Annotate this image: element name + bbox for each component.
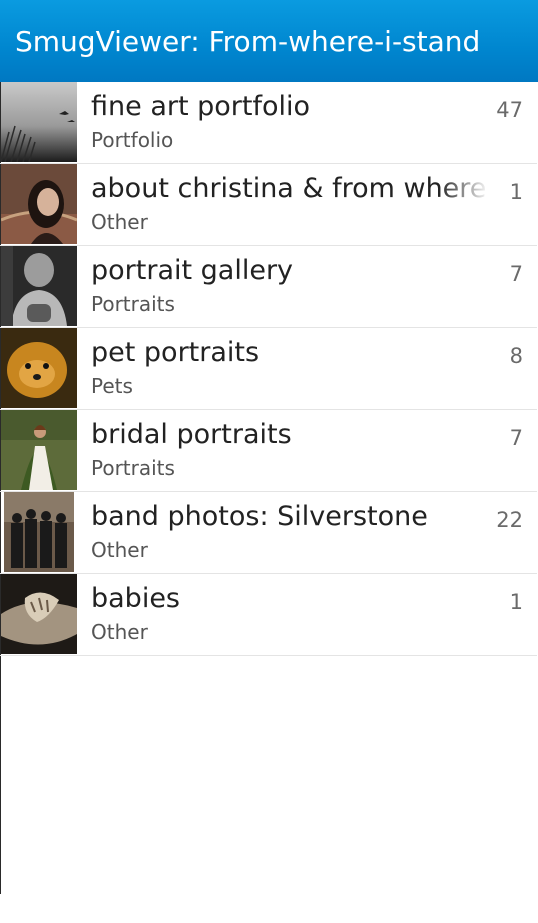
album-thumbnail [1,410,77,490]
album-row[interactable]: about christina & from where i stand Oth… [0,164,537,246]
album-thumbnail [1,574,77,654]
album-thumbnail [1,164,77,244]
album-name: pet portraits [91,337,260,368]
album-category: Pets [91,374,133,398]
album-row[interactable]: band photos: Silverstone Other 22 [0,492,537,574]
album-thumbnail [1,492,77,572]
photo-count: 47 [496,98,523,122]
album-name: fine art portfolio [91,91,311,122]
photo-count: 8 [509,344,523,368]
album-category: Other [91,620,148,644]
album-name: band photos: Silverstone [91,501,428,532]
album-thumbnail [1,328,77,408]
photo-count: 1 [509,180,523,204]
album-category: Portfolio [91,128,174,152]
photo-count: 22 [496,508,523,532]
album-name: babies [91,583,181,614]
album-row[interactable]: portrait gallery Portraits 7 [0,246,537,328]
album-list: fine art portfolio Portfolio 47 about ch… [0,82,537,656]
album-name: bridal portraits [91,419,292,450]
photo-count: 1 [509,590,523,614]
app-title: SmugViewer: From-where-i-stand [15,25,481,58]
album-thumbnail [1,82,77,162]
album-row[interactable]: bridal portraits Portraits 7 [0,410,537,492]
photo-count: 7 [509,262,523,286]
album-name: portrait gallery [91,255,294,286]
album-category: Other [91,538,148,562]
title-bar: SmugViewer: From-where-i-stand [0,0,538,82]
album-row[interactable]: pet portraits Pets 8 [0,328,537,410]
album-category: Portraits [91,456,175,480]
album-category: Other [91,210,148,234]
album-row[interactable]: fine art portfolio Portfolio 47 [0,82,537,164]
album-thumbnail [1,246,77,326]
album-row[interactable]: babies Other 1 [0,574,537,656]
album-name: about christina & from where i stand [91,172,489,206]
photo-count: 7 [509,426,523,450]
album-category: Portraits [91,292,175,316]
